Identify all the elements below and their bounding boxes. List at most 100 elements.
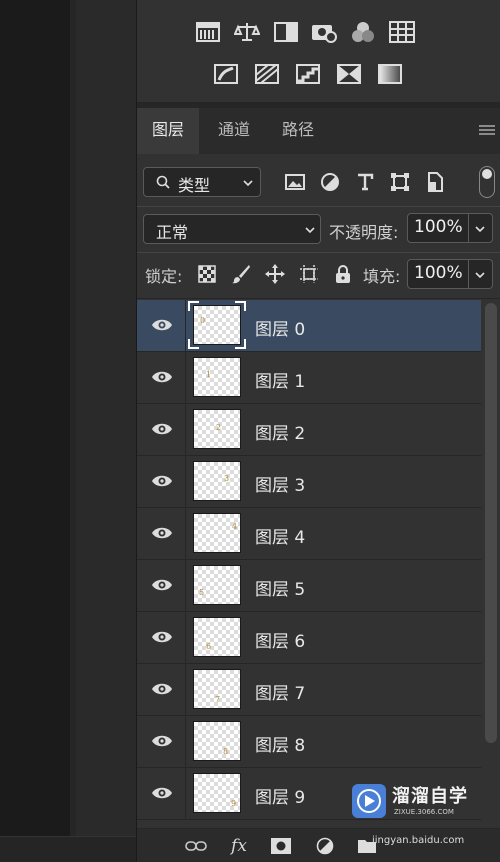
opacity-dropdown[interactable] bbox=[469, 213, 493, 243]
link-layers-icon[interactable] bbox=[183, 835, 209, 857]
tab-paths[interactable]: 路径 bbox=[267, 108, 329, 154]
smart-object-filter-icon[interactable] bbox=[423, 170, 447, 194]
image-filter-icon[interactable] bbox=[283, 170, 307, 194]
watermark-site: jingyan.baidu.com bbox=[372, 835, 465, 846]
eye-icon[interactable] bbox=[151, 526, 173, 540]
fill-label: 填充: bbox=[363, 267, 401, 286]
row-divider bbox=[185, 352, 186, 403]
eye-icon[interactable] bbox=[151, 422, 173, 436]
layer-thumbnail[interactable]: 9 bbox=[193, 773, 241, 813]
layer-row[interactable]: 7 图层 7 bbox=[137, 664, 481, 716]
move-icon[interactable] bbox=[263, 262, 287, 286]
layer-style-fx-button[interactable]: fx bbox=[227, 835, 251, 857]
eye-icon[interactable] bbox=[151, 578, 173, 592]
gradient-map-icon[interactable] bbox=[377, 62, 403, 86]
row-divider bbox=[185, 664, 186, 715]
photo-filter-icon[interactable] bbox=[311, 20, 338, 44]
status-strip bbox=[0, 836, 136, 862]
row-divider bbox=[185, 768, 186, 819]
row-divider bbox=[185, 300, 186, 351]
filter-type-select[interactable]: 类型 bbox=[143, 167, 261, 197]
eye-icon[interactable] bbox=[151, 318, 173, 332]
eye-icon[interactable] bbox=[151, 630, 173, 644]
shape-filter-icon[interactable] bbox=[388, 170, 412, 194]
fill-dropdown[interactable] bbox=[469, 259, 493, 289]
new-adjustment-layer-icon[interactable] bbox=[313, 835, 337, 857]
layer-thumbnail[interactable]: 7 bbox=[193, 669, 241, 709]
layer-thumbnail[interactable]: 5 bbox=[193, 565, 241, 605]
artboard-lock-icon[interactable] bbox=[297, 262, 321, 286]
lock-all-icon[interactable] bbox=[331, 262, 355, 286]
layer-row[interactable]: 2 图层 2 bbox=[137, 404, 481, 456]
row-divider bbox=[185, 560, 186, 611]
eye-icon[interactable] bbox=[151, 474, 173, 488]
watermark: 溜溜自学 ZIXUE.3066.COM jingyan.baidu.com bbox=[352, 784, 500, 846]
tab-channels[interactable]: 通道 bbox=[203, 108, 265, 154]
panel-menu-icon[interactable] bbox=[479, 122, 495, 136]
layer-name: 图层 5 bbox=[255, 580, 306, 600]
layer-name: 图层 7 bbox=[255, 684, 306, 704]
chevron-down-icon bbox=[475, 272, 485, 279]
fill-input[interactable]: 100% bbox=[407, 259, 469, 289]
layer-thumbnail[interactable]: 2 bbox=[193, 409, 241, 449]
threshold-icon[interactable] bbox=[295, 62, 321, 86]
eye-icon[interactable] bbox=[151, 786, 173, 800]
layer-name: 图层 3 bbox=[255, 476, 306, 496]
eye-icon[interactable] bbox=[151, 734, 173, 748]
opacity-input[interactable]: 100% bbox=[407, 213, 469, 243]
layer-name: 图层 6 bbox=[255, 632, 306, 652]
tab-layers[interactable]: 图层 bbox=[137, 108, 199, 154]
layer-thumbnail[interactable]: 3 bbox=[193, 461, 241, 501]
eye-icon[interactable] bbox=[151, 370, 173, 384]
channel-mixer-icon[interactable] bbox=[350, 20, 376, 44]
balance-icon[interactable] bbox=[233, 20, 260, 44]
filter-icons bbox=[283, 170, 447, 194]
brush-icon[interactable] bbox=[229, 262, 253, 286]
lock-transparent-pixels-icon[interactable] bbox=[195, 262, 219, 286]
layer-name: 图层 8 bbox=[255, 736, 306, 756]
selection-corners bbox=[188, 301, 246, 349]
adjustment-filter-icon[interactable] bbox=[318, 170, 342, 194]
layer-row[interactable]: 0 图层 0 bbox=[137, 300, 481, 352]
posterize-icon[interactable] bbox=[254, 62, 280, 86]
chevron-down-icon bbox=[243, 180, 253, 187]
levels-icon[interactable] bbox=[195, 20, 221, 44]
watermark-title: 溜溜自学 bbox=[392, 786, 468, 807]
layers-list: 0 图层 0 1 图层 1 2 图层 2 3 图层 3 4 图层 4 5 图层 … bbox=[137, 300, 483, 836]
selective-color-icon[interactable] bbox=[336, 62, 362, 86]
type-filter-icon[interactable] bbox=[353, 170, 377, 194]
layer-name: 图层 4 bbox=[255, 528, 306, 548]
lock-label: 锁定: bbox=[145, 267, 183, 286]
layer-row[interactable]: 3 图层 3 bbox=[137, 456, 481, 508]
layer-row[interactable]: 8 图层 8 bbox=[137, 716, 481, 768]
layer-thumbnail[interactable]: 1 bbox=[193, 357, 241, 397]
chevron-down-icon bbox=[475, 226, 485, 233]
eye-icon[interactable] bbox=[151, 682, 173, 696]
blend-mode-value: 正常 bbox=[156, 223, 189, 242]
layer-thumbnail[interactable]: 6 bbox=[193, 617, 241, 657]
watermark-subtitle: ZIXUE.3066.COM bbox=[394, 808, 454, 816]
watermark-logo-icon bbox=[352, 784, 386, 818]
invert-icon[interactable] bbox=[213, 62, 239, 86]
layer-thumbnail[interactable]: 8 bbox=[193, 721, 241, 761]
layer-row[interactable]: 6 图层 6 bbox=[137, 612, 481, 664]
layer-name: 图层 1 bbox=[255, 372, 306, 392]
filter-toggle[interactable] bbox=[479, 166, 495, 198]
adjustments-row-1 bbox=[195, 20, 415, 44]
blend-mode-select[interactable]: 正常 bbox=[143, 214, 321, 244]
color-lookup-icon[interactable] bbox=[388, 20, 415, 44]
layer-row[interactable]: 5 图层 5 bbox=[137, 560, 481, 612]
black-white-icon[interactable] bbox=[273, 20, 299, 44]
panel-dock-gutter bbox=[76, 0, 136, 861]
layers-panel: 图层 通道 路径 类型 正常 不透明度: 100% 锁定: 填充: 100% 0… bbox=[136, 0, 500, 862]
search-icon bbox=[156, 175, 170, 189]
add-mask-icon[interactable] bbox=[269, 835, 293, 857]
row-divider bbox=[185, 612, 186, 663]
layer-row[interactable]: 1 图层 1 bbox=[137, 352, 481, 404]
layer-row[interactable]: 4 图层 4 bbox=[137, 508, 481, 560]
row-divider bbox=[185, 508, 186, 559]
layer-thumbnail[interactable]: 4 bbox=[193, 513, 241, 553]
lock-icons bbox=[195, 262, 355, 286]
layers-scrollbar[interactable] bbox=[485, 303, 497, 743]
divider bbox=[137, 252, 500, 253]
